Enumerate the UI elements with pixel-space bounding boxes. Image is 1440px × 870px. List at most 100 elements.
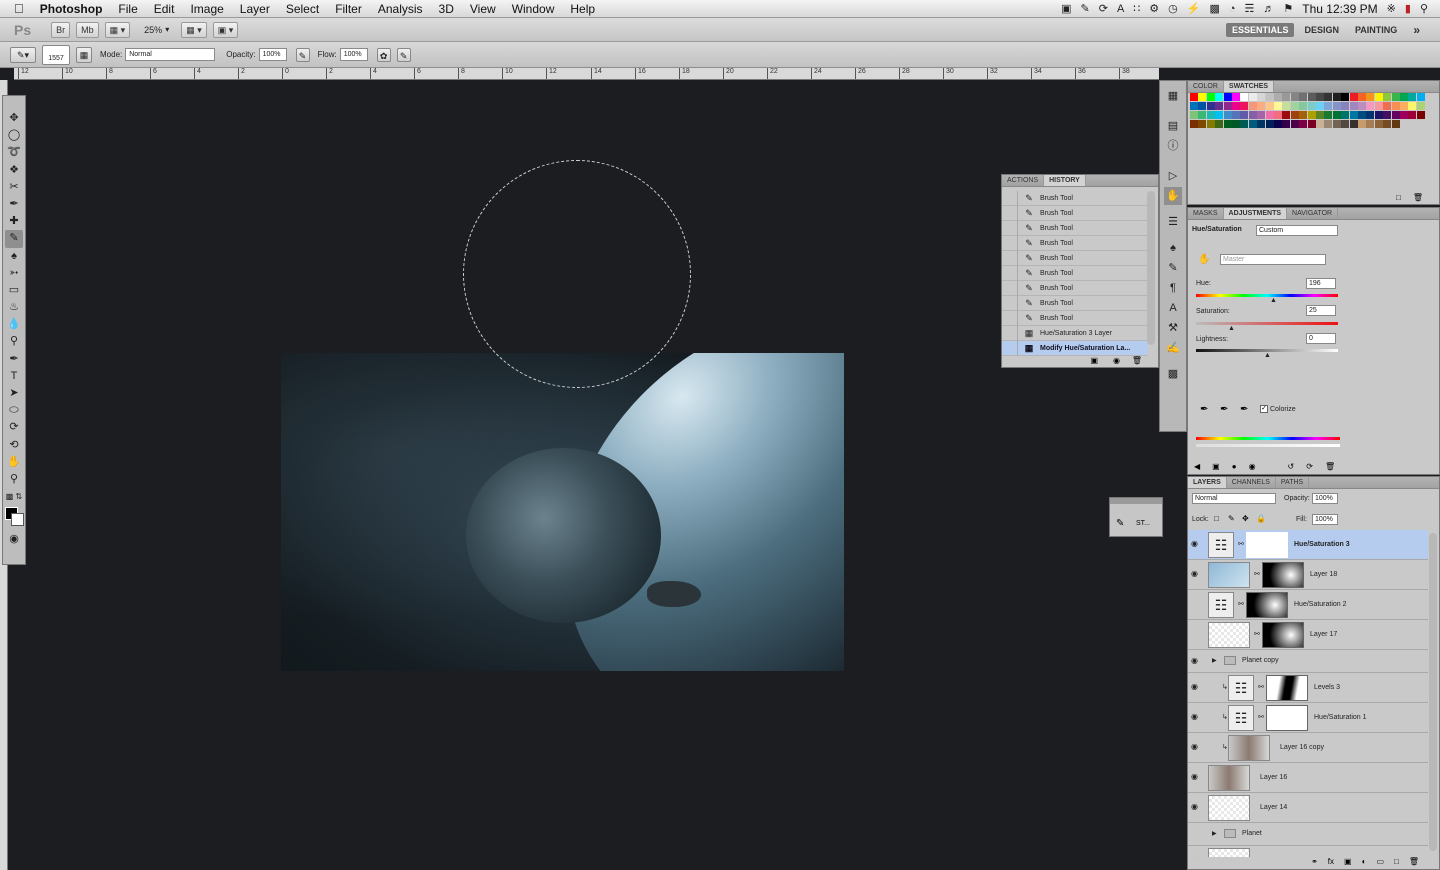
history-brush-tool-icon[interactable]: ➳ xyxy=(5,265,23,282)
color-swatch[interactable] xyxy=(1299,93,1308,101)
color-swatch[interactable] xyxy=(1391,102,1400,110)
zoom-dropdown-icon[interactable]: ▾ xyxy=(165,25,169,34)
saturation-slider-handle[interactable]: ▲ xyxy=(1228,325,1235,332)
color-swatch[interactable] xyxy=(1332,120,1341,128)
new-snapshot-icon[interactable]: ◉ xyxy=(1113,356,1120,365)
pen-tool-icon[interactable]: ✒ xyxy=(5,351,23,368)
history-state[interactable]: ▦ Modify Hue/Saturation La... xyxy=(1002,340,1148,356)
history-brush-source-box[interactable] xyxy=(1002,250,1018,266)
clone-source-panel-icon[interactable]: ♠ xyxy=(1164,239,1182,257)
visibility-eye-icon[interactable]: ◉ xyxy=(1191,742,1201,751)
volume-icon[interactable]: ♬ xyxy=(1263,3,1274,15)
workspace-painting[interactable]: PAINTING xyxy=(1349,23,1403,37)
menu-edit[interactable]: Edit xyxy=(146,0,183,18)
color-swatch[interactable] xyxy=(1232,93,1240,101)
history-brush-source-box[interactable] xyxy=(1002,220,1018,236)
return-to-list-icon[interactable]: ◀ xyxy=(1194,462,1200,474)
mask-link-icon[interactable]: ⚯ xyxy=(1238,600,1244,608)
visibility-eye-icon[interactable]: ◉ xyxy=(1191,772,1201,781)
color-swatch[interactable] xyxy=(1240,111,1249,119)
color-swatch[interactable] xyxy=(1215,111,1224,119)
sync-icon[interactable]: ⟳ xyxy=(1099,2,1108,15)
arrange-documents-button[interactable]: ▦ ▾ xyxy=(181,21,207,38)
history-state[interactable]: ✎ Brush Tool xyxy=(1002,265,1148,281)
airbrush-icon[interactable]: ✿ xyxy=(376,47,391,62)
layer-row[interactable]: ◉ ⚯ Layer 18 xyxy=(1188,560,1428,590)
new-swatch-icon[interactable]: □ xyxy=(1396,193,1401,202)
color-swatch[interactable] xyxy=(1299,102,1308,110)
bluetooth-icon[interactable]: ※ xyxy=(1387,2,1396,15)
dots-icon[interactable]: ∷ xyxy=(1133,2,1140,15)
opacity-field[interactable]: 100% xyxy=(258,48,287,61)
lock-transparency-icon[interactable]: □ xyxy=(1214,514,1219,523)
color-swatch[interactable] xyxy=(1257,93,1266,101)
color-swatch[interactable] xyxy=(1190,93,1198,101)
character-panel-icon[interactable]: A xyxy=(1164,299,1182,317)
layers-scrollbar[interactable] xyxy=(1429,533,1437,851)
color-swatch[interactable] xyxy=(1290,120,1299,128)
color-swatch[interactable] xyxy=(1324,120,1333,128)
menu-view[interactable]: View xyxy=(462,0,504,18)
color-swatches[interactable] xyxy=(5,505,24,527)
color-swatch[interactable] xyxy=(1215,93,1224,101)
color-swatch[interactable] xyxy=(1416,93,1425,101)
color-swatch[interactable] xyxy=(1223,102,1232,110)
default-colors-icon[interactable]: ▩ ⇅ xyxy=(5,488,23,505)
color-swatch[interactable] xyxy=(1383,93,1392,101)
color-swatch[interactable] xyxy=(1391,93,1400,101)
color-swatch[interactable] xyxy=(1358,120,1366,128)
marquee-tool-icon[interactable]: ◯ xyxy=(5,127,23,144)
flow-field[interactable]: 100% xyxy=(339,48,368,61)
layer-row[interactable]: ☷ ⚯ Hue/Saturation 2 xyxy=(1188,590,1428,620)
color-swatch[interactable] xyxy=(1215,102,1224,110)
color-swatch[interactable] xyxy=(1332,111,1341,119)
history-brush-source-box[interactable] xyxy=(1002,205,1018,221)
channel-select[interactable]: Master xyxy=(1220,254,1326,265)
color-swatch[interactable] xyxy=(1206,102,1215,110)
menu-filter[interactable]: Filter xyxy=(327,0,370,18)
visibility-eye-icon[interactable]: ◉ xyxy=(1191,802,1201,811)
history-brush-source-box[interactable] xyxy=(1002,295,1018,311)
color-swatch[interactable] xyxy=(1282,111,1291,119)
color-swatch[interactable] xyxy=(1349,111,1358,119)
history-brush-source-box[interactable] xyxy=(1002,325,1018,341)
battery-icon[interactable]: ▮ xyxy=(1405,2,1411,15)
flag-icon[interactable]: ⚑ xyxy=(1283,2,1293,15)
color-swatch[interactable] xyxy=(1232,102,1240,110)
color-swatch[interactable] xyxy=(1274,120,1282,128)
color-swatch[interactable] xyxy=(1299,111,1308,119)
layer-mask-thumbnail[interactable] xyxy=(1262,562,1304,588)
menu-window[interactable]: Window xyxy=(504,0,563,18)
delete-swatch-icon[interactable]: 🗑 xyxy=(1413,193,1423,202)
adjustment-layer-icon[interactable]: ☷ xyxy=(1208,532,1234,558)
color-swatch[interactable] xyxy=(1366,111,1375,119)
layer-mask-thumbnail[interactable] xyxy=(1246,532,1288,558)
color-swatch[interactable] xyxy=(1383,120,1392,128)
pressure-opacity-icon[interactable]: ✎ xyxy=(295,47,310,62)
new-document-from-state-icon[interactable]: ▣ xyxy=(1090,356,1098,365)
apple-menu-icon[interactable]:  xyxy=(0,0,32,18)
color-swatch[interactable] xyxy=(1332,102,1341,110)
eyedropper-icon[interactable]: ✒ xyxy=(1200,404,1208,415)
visibility-eye-icon[interactable]: ◉ xyxy=(1191,712,1201,721)
tools-presets-icon[interactable]: ⚒ xyxy=(1164,319,1182,337)
color-swatch[interactable] xyxy=(1265,102,1274,110)
color-swatch[interactable] xyxy=(1232,120,1240,128)
more-workspaces-icon[interactable]: » xyxy=(1407,21,1426,39)
layer-opacity-field[interactable]: 100% xyxy=(1312,493,1338,504)
color-swatch[interactable] xyxy=(1223,120,1232,128)
color-swatch[interactable] xyxy=(1374,111,1383,119)
color-swatch[interactable] xyxy=(1400,111,1408,119)
lock-position-icon[interactable]: ✥ xyxy=(1242,514,1249,523)
color-swatch[interactable] xyxy=(1307,93,1316,101)
layer-row[interactable]: ◉ Layer 14 xyxy=(1188,793,1428,823)
mask-link-icon[interactable]: ⚯ xyxy=(1258,683,1264,691)
color-swatch[interactable] xyxy=(1223,111,1232,119)
tab-navigator[interactable]: NAVIGATOR xyxy=(1287,208,1339,219)
mini-bridge-panel-icon[interactable]: ▦ xyxy=(1164,87,1182,105)
tab-layers[interactable]: LAYERS xyxy=(1188,477,1227,488)
horizontal-ruler[interactable]: 12 10 8 6 4 2 0 2 4 6 8 10 12 14 16 18 20 22 24 26 28 30 32 34 3… xyxy=(14,68,1159,80)
mode-select[interactable]: Normal xyxy=(125,48,216,61)
preset-select[interactable]: Custom xyxy=(1256,225,1338,236)
color-swatch[interactable] xyxy=(1383,102,1392,110)
